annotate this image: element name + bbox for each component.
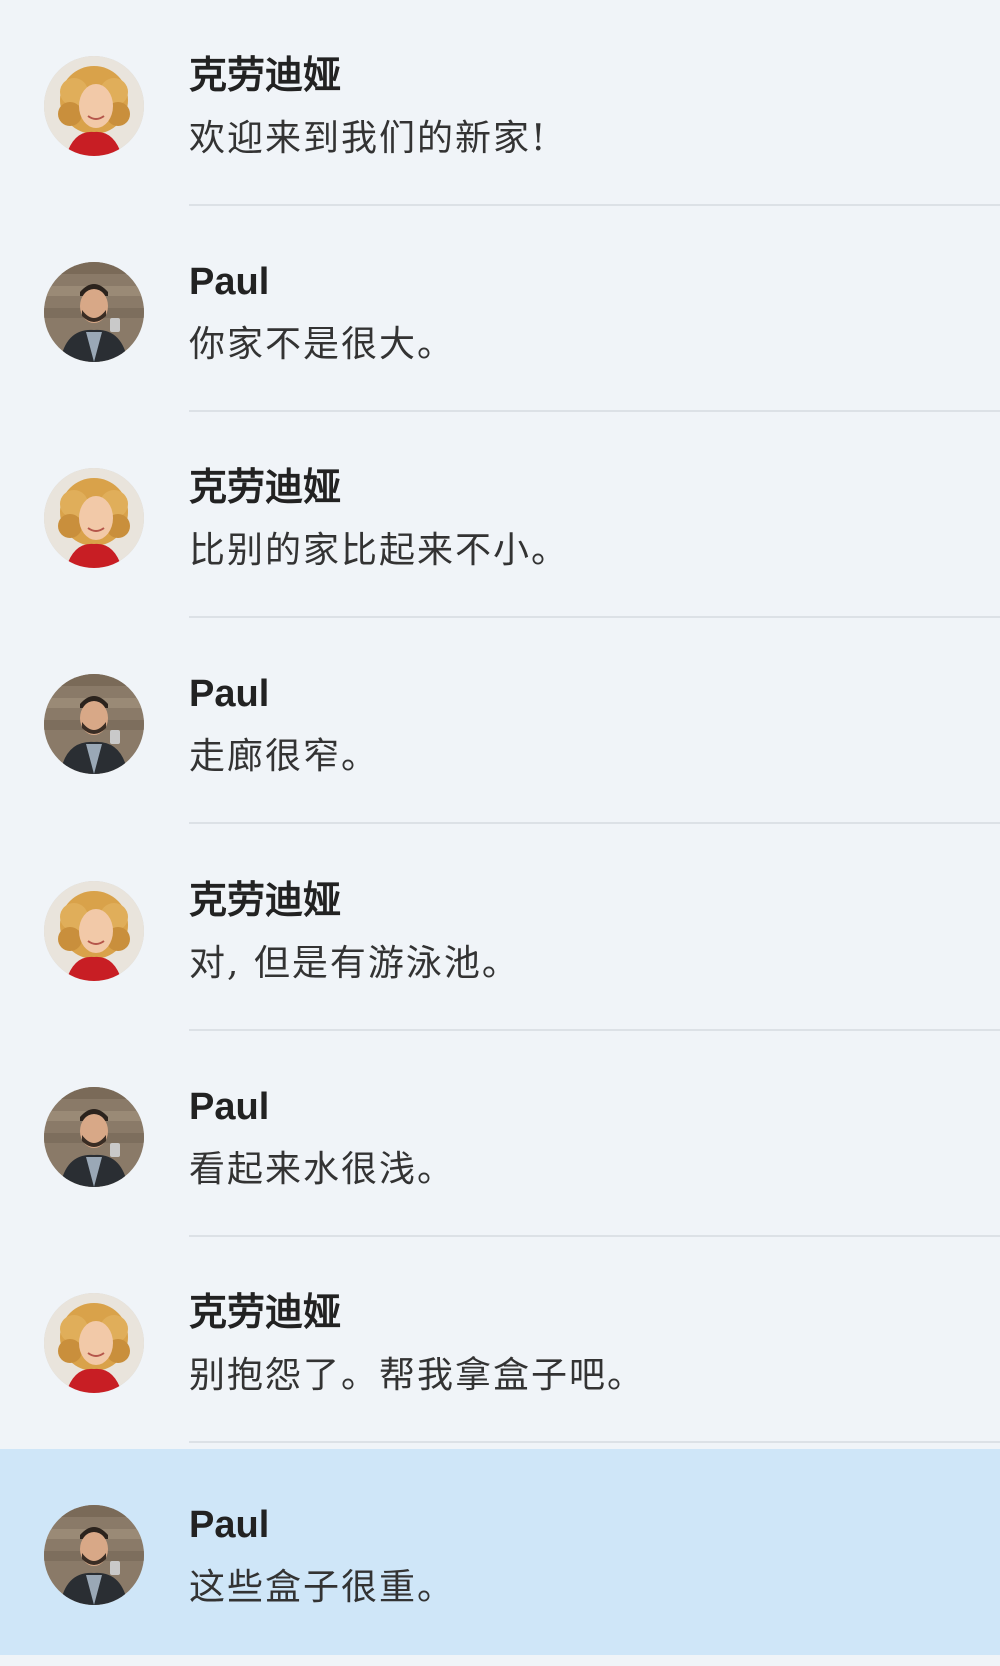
message-row[interactable]: 克劳迪娅 别抱怨了。帮我拿盒子吧。 — [0, 1237, 1000, 1443]
woman-curly-hair-avatar — [44, 1293, 144, 1393]
sender-name: 克劳迪娅 — [189, 467, 342, 509]
sender-name: 克劳迪娅 — [189, 880, 342, 922]
message-text: 别抱怨了。帮我拿盒子吧。 — [189, 1355, 646, 1396]
message-text: 这些盒子很重。 — [189, 1567, 456, 1608]
man-beard-avatar — [44, 1087, 144, 1187]
sender-name: 克劳迪娅 — [189, 1292, 342, 1334]
message-row[interactable]: 克劳迪娅 欢迎来到我们的新家! — [0, 0, 1000, 206]
chat-list: 克劳迪娅 欢迎来到我们的新家! Paul 你家不是很大。 克劳迪娅 比别的家比起… — [0, 0, 1000, 1666]
woman-curly-hair-avatar — [44, 468, 144, 568]
message-row[interactable]: Paul 看起来水很浅。 — [0, 1031, 1000, 1237]
sender-name: Paul — [189, 1086, 270, 1128]
message-row-selected[interactable]: Paul 这些盒子很重。 — [0, 1449, 1000, 1655]
man-beard-avatar — [44, 674, 144, 774]
message-row[interactable]: Paul 你家不是很大。 — [0, 206, 1000, 412]
message-row[interactable]: 克劳迪娅 比别的家比起来不小。 — [0, 412, 1000, 618]
sender-name: Paul — [189, 1504, 270, 1546]
divider — [189, 822, 1000, 824]
woman-curly-hair-avatar — [44, 56, 144, 156]
sender-name: Paul — [189, 673, 270, 715]
man-beard-avatar — [44, 262, 144, 362]
message-row[interactable]: Paul 走廊很窄。 — [0, 618, 1000, 824]
divider — [189, 1441, 1000, 1443]
message-text: 看起来水很浅。 — [189, 1149, 456, 1190]
woman-curly-hair-avatar — [44, 881, 144, 981]
sender-name: Paul — [189, 261, 270, 303]
message-text: 你家不是很大。 — [189, 324, 456, 365]
man-beard-avatar — [44, 1505, 144, 1605]
sender-name: 克劳迪娅 — [189, 55, 342, 97]
message-row[interactable]: 克劳迪娅 对, 但是有游泳池。 — [0, 825, 1000, 1031]
message-text: 对, 但是有游泳池。 — [189, 943, 520, 984]
message-text: 欢迎来到我们的新家! — [189, 118, 548, 159]
message-text: 比别的家比起来不小。 — [189, 530, 570, 571]
message-text: 走廊很窄。 — [189, 736, 380, 777]
